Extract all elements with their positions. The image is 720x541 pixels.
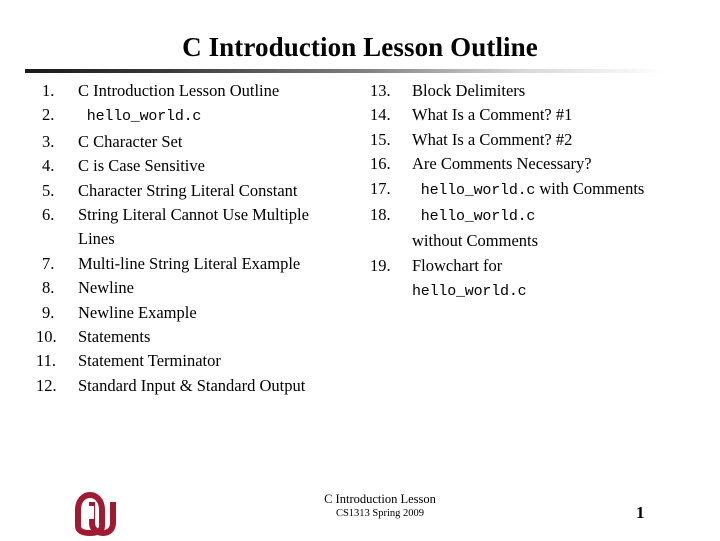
outline-item-number: 11. <box>36 351 57 371</box>
outline-item-text: C is Case Sensitive <box>78 156 205 176</box>
outline-item-label: C Character Set <box>78 130 336 154</box>
outline-item-number: 3. <box>42 131 55 151</box>
slide-canvas: C Introduction Lesson Outline 1. C Introd… <box>0 0 720 540</box>
outline-item-number: 17. <box>370 178 391 198</box>
outline-item[interactable]: 10. Statements <box>36 325 336 349</box>
outline-item-label: Character String Literal Constant <box>78 179 336 203</box>
ou-logo-icon <box>74 492 116 536</box>
outline-item-number: 4. <box>42 156 55 176</box>
outline-item-label: Newline Example <box>78 301 336 325</box>
outline-item[interactable]: 7. Multi-line String Literal Example <box>36 252 336 276</box>
outline-item-number: 9. <box>42 302 55 322</box>
outline-item[interactable]: 2. hello_world.c <box>36 103 336 129</box>
outline-item[interactable]: 13. Block Delimiters <box>366 79 686 103</box>
outline-item-label: C is Case Sensitive <box>78 154 336 178</box>
outline-item-text: Newline <box>78 278 134 298</box>
outline-item-label: Are Comments Necessary? <box>412 152 686 176</box>
outline-item-number: 8. <box>42 278 55 298</box>
outline-right-column: 13. Block Delimiters 14. What Is a Comment?… <box>366 79 686 305</box>
outline-item-text: Statements <box>78 327 151 347</box>
outline-item-number: 13. <box>370 81 391 100</box>
outline-item[interactable]: 15. What Is a Comment? #2 <box>366 128 686 152</box>
outline-item[interactable]: 19. Flowchart for hello_world.c <box>366 254 686 305</box>
outline-item-label: Newline <box>78 276 336 300</box>
outline-left-column: 1. C Introduction Lesson Outline 2. hello_… <box>36 79 336 398</box>
page-number: 1 <box>636 503 645 522</box>
outline-item-label: What Is a Comment? #1 <box>412 103 686 127</box>
outline-item-number: 15. <box>370 129 391 149</box>
outline-item[interactable]: 17. hello_world.c with Comments <box>366 177 686 203</box>
outline-item[interactable]: 8. Newline <box>36 276 336 300</box>
outline-item[interactable]: 11. Statement Terminator <box>36 349 336 373</box>
outline-item[interactable]: 1. C Introduction Lesson Outline <box>36 79 336 103</box>
outline-item-text: What Is a Comment? #2 <box>412 129 573 149</box>
outline-item[interactable]: 3. C Character Set <box>36 130 336 154</box>
outline-item-text: with Comments <box>535 178 645 198</box>
outline-item[interactable]: 4. C is Case Sensitive <box>36 154 336 178</box>
outline-item-number: 1. <box>42 81 55 100</box>
outline-item[interactable]: 16. Are Comments Necessary? <box>366 152 686 176</box>
outline-list-left: 1. C Introduction Lesson Outline 2. hello_… <box>36 79 336 398</box>
outline-item-label: hello_world.cwithout Comments <box>412 203 686 254</box>
outline-item-text: C Character Set <box>78 131 183 151</box>
outline-item-label: Block Delimiters <box>412 79 686 103</box>
outline-item-text: What Is a Comment? #1 <box>412 105 573 125</box>
outline-item-label: C Introduction Lesson Outline <box>78 79 336 103</box>
outline-item-code: hello_world.c <box>412 208 536 226</box>
outline-item-number: 12. <box>36 375 57 395</box>
outline-item[interactable]: 14. What Is a Comment? #1 <box>366 103 686 127</box>
outline-item-text: Are Comments Necessary? <box>412 154 592 174</box>
outline-item-label: String Literal Cannot Use Multiple Lines <box>78 203 336 252</box>
outline-item-code: hello_world.c <box>412 283 527 301</box>
outline-item-text: Flowchart for <box>412 255 503 275</box>
outline-item-number: 14. <box>370 105 391 125</box>
outline-item[interactable]: 12. Standard Input & Standard Output <box>36 374 336 398</box>
outline-item-label: Multi-line String Literal Example <box>78 252 336 276</box>
outline-item-label: Statement Terminator <box>78 349 336 373</box>
outline-item-label: hello_world.c with Comments <box>412 177 686 203</box>
outline-item-code: hello_world.c <box>78 108 202 126</box>
outline-item-text: C Introduction Lesson Outline <box>78 81 280 100</box>
outline-item-number: 5. <box>42 180 55 200</box>
outline-item-label: Flowchart for hello_world.c <box>412 254 686 305</box>
outline-item-number: 2. <box>42 105 55 125</box>
outline-item-text: Block Delimiters <box>412 81 526 100</box>
outline-item-number: 7. <box>42 253 55 273</box>
outline-item-text: Newline Example <box>78 302 197 322</box>
footer: C Introduction Lesson CS1313 Spring 2009 <box>230 492 530 520</box>
outline-item[interactable]: 9. Newline Example <box>36 301 336 325</box>
footer-course-term: CS1313 Spring 2009 <box>335 508 425 519</box>
outline-item-text: without Comments <box>412 231 539 251</box>
outline-item[interactable]: 5. Character String Literal Constant <box>36 179 336 203</box>
outline-list-right: 13. Block Delimiters 14. What Is a Comment?… <box>366 79 686 305</box>
title-divider-rule <box>25 69 665 73</box>
outline-item[interactable]: 18. hello_world.cwithout Comments <box>366 203 686 254</box>
outline-item-text: Multi-line String Literal Example <box>78 253 301 273</box>
outline-item-label: Standard Input & Standard Output <box>78 374 336 398</box>
outline-item-number: 16. <box>370 154 391 174</box>
outline-item[interactable]: 6. String Literal Cannot Use Multiple Lin… <box>36 203 336 252</box>
outline-item-text: Standard Input & Standard Output <box>78 375 306 395</box>
outline-item-label: Statements <box>78 325 336 349</box>
outline-item-number: 10. <box>36 327 57 347</box>
outline-item-number: 18. <box>370 205 391 225</box>
outline-item-text: Character String Literal Constant <box>78 180 298 200</box>
outline-item-text: String Literal Cannot Use Multiple Lines <box>78 205 309 249</box>
outline-item-number: 6. <box>42 205 55 225</box>
page-title: C Introduction Lesson Outline <box>182 32 538 62</box>
outline-item-label: hello_world.c <box>78 103 336 129</box>
footer-lesson-title: C Introduction Lesson <box>324 492 436 506</box>
outline-item-code: hello_world.c <box>412 181 536 199</box>
outline-item-label: What Is a Comment? #2 <box>412 128 686 152</box>
outline-item-number: 19. <box>370 255 391 275</box>
outline-item-text: Statement Terminator <box>78 351 221 371</box>
